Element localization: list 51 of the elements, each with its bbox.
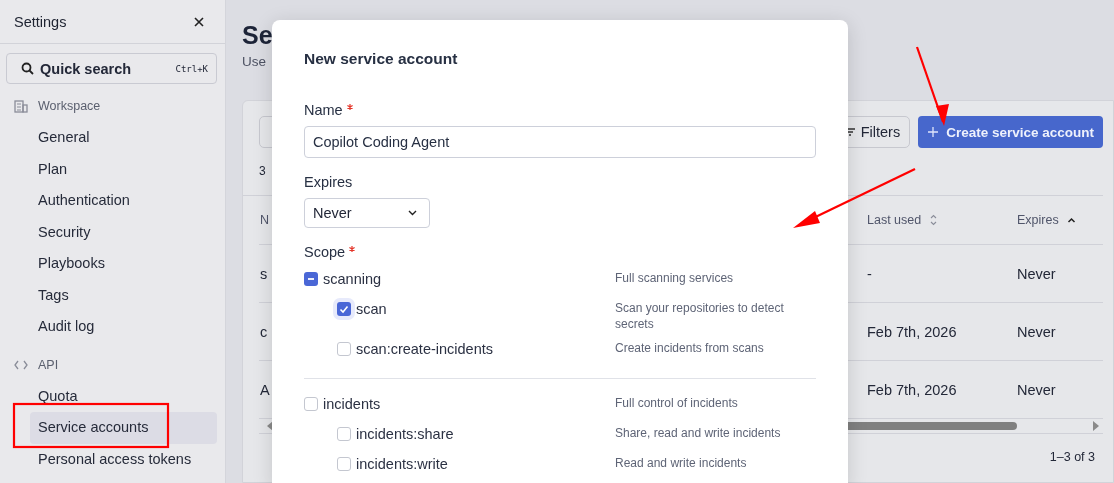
scope-description: Full scanning services: [615, 270, 735, 286]
sidebar-item[interactable]: General: [30, 122, 217, 154]
table-cell: c: [259, 323, 268, 340]
scope-description: Read and write incidents: [615, 455, 748, 471]
sidebar-title: Settings: [14, 13, 67, 30]
column-header[interactable]: Expires: [1009, 213, 1103, 227]
table-cell-text: Never: [1016, 323, 1057, 340]
table-cell-text: Never: [1016, 265, 1057, 282]
scope-name: scan: [356, 301, 387, 317]
sidebar-item[interactable]: Quota: [30, 380, 217, 412]
sidebar-item[interactable]: Playbooks: [30, 248, 217, 280]
page-title: Se: [242, 20, 274, 50]
field-label: Expires: [304, 174, 353, 190]
shortcut-hint: Ctrl+K: [175, 63, 208, 74]
sidebar-item[interactable]: Audit log: [30, 311, 217, 343]
table-cell: s: [259, 265, 268, 282]
scope-description: Full control of incidents: [615, 395, 739, 411]
pagination-label: 1–3 of 3: [1049, 450, 1095, 464]
table-cell-text: Never: [1016, 381, 1057, 398]
result-count: 3: [259, 164, 266, 178]
dialog-title: New service account: [304, 50, 459, 68]
section-label: Workspace: [38, 99, 101, 113]
quick-search-button[interactable]: Quick search Ctrl+K: [6, 53, 217, 84]
quick-search-label: Quick search: [40, 60, 133, 77]
sidebar-item[interactable]: Authentication: [30, 185, 217, 217]
sidebar-item[interactable]: Tags: [30, 279, 217, 311]
scope-name: scan:create-incidents: [356, 341, 493, 357]
column-header[interactable]: Last used: [859, 213, 1009, 227]
table-cell-text: -: [866, 265, 873, 282]
scope-name: incidents: [323, 396, 381, 412]
table-cell-text: Feb 7th, 2026: [866, 381, 958, 398]
scope-description: Create incidents from scans: [615, 340, 765, 356]
scope-description: Share, read and write incidents: [615, 425, 782, 441]
expires-dropdown[interactable]: Never: [304, 198, 430, 228]
section-label: API: [38, 357, 59, 372]
column-header[interactable]: N: [259, 213, 270, 227]
sidebar-item[interactable]: Personal access tokens: [30, 443, 217, 475]
name-input[interactable]: Copilot Coding Agent: [304, 126, 816, 158]
scope-name: incidents:share: [356, 426, 454, 442]
scope-name: incidents:write: [356, 456, 448, 472]
field-label: Name: [304, 102, 343, 118]
field-label: Scope: [304, 244, 346, 260]
table-cell-text: Feb 7th, 2026: [866, 323, 958, 340]
table-cell: A: [259, 381, 270, 398]
create-button[interactable]: Create service account: [918, 116, 1103, 148]
scope-name: scanning: [323, 271, 382, 287]
page-subtitle: Use: [242, 54, 266, 69]
scope-description: Scan your repositories to detect secrets: [615, 300, 785, 332]
sidebar-item[interactable]: Service accounts: [30, 412, 217, 444]
sidebar-item[interactable]: Plan: [30, 153, 217, 185]
sidebar-item[interactable]: Security: [30, 216, 217, 248]
